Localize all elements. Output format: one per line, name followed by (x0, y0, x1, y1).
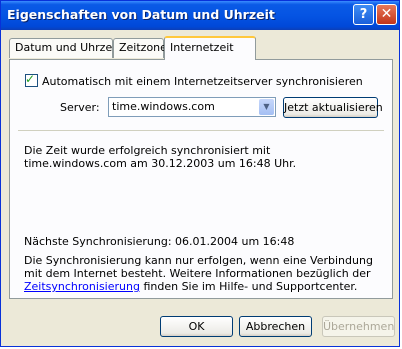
auto-sync-checkbox[interactable]: ✓ (25, 72, 38, 87)
auto-sync-option[interactable]: ✓ Automatisch mit einem Internetzeitserve… (25, 72, 363, 88)
apply-button[interactable]: Übernehmen (322, 316, 395, 337)
dialog-window: Eigenschaften von Datum und Uhrzeit ? ✕ … (0, 0, 400, 347)
info-text: Die Synchronisierung kann nur erfolgen, … (24, 254, 374, 293)
close-icon: ✕ (380, 6, 393, 22)
title-bar[interactable]: Eigenschaften von Datum und Uhrzeit ? ✕ (1, 1, 399, 30)
update-now-button[interactable]: Jetzt aktualisieren (283, 97, 383, 118)
internet-time-panel: ✓ Automatisch mit einem Internetzeitserve… (9, 59, 393, 299)
tab-time-zone[interactable]: Zeitzone (113, 38, 167, 58)
info-text-before: Die Synchronisierung kann nur erfolgen, … (24, 254, 373, 280)
help-button[interactable]: ? (353, 4, 374, 25)
help-icon: ? (359, 7, 368, 22)
server-label: Server: (60, 101, 100, 114)
chevron-down-icon[interactable]: ▼ (259, 99, 274, 115)
auto-sync-label: Automatisch mit einem Internetzeitserver… (42, 75, 363, 88)
checkmark-icon: ✓ (25, 72, 36, 86)
time-sync-help-link[interactable]: Zeitsynchronisierung (24, 280, 140, 293)
sync-status-message: Die Zeit wurde erfolgreich synchronisier… (24, 144, 297, 170)
divider (18, 130, 384, 131)
cancel-button[interactable]: Abbrechen (239, 316, 312, 337)
tab-internet-time[interactable]: Internetzeit (164, 36, 256, 60)
close-button[interactable]: ✕ (376, 4, 397, 25)
info-text-after: finden Sie im Hilfe- und Supportcenter. (139, 280, 358, 293)
server-value: time.windows.com (112, 100, 215, 113)
next-sync-text: Nächste Synchronisierung: 06.01.2004 um … (24, 235, 295, 248)
window-title: Eigenschaften von Datum und Uhrzeit (7, 7, 275, 22)
tab-date-time[interactable]: Datum und Uhrzeit (9, 38, 120, 58)
server-select[interactable]: time.windows.com ▼ (108, 97, 276, 117)
ok-button[interactable]: OK (160, 316, 233, 337)
